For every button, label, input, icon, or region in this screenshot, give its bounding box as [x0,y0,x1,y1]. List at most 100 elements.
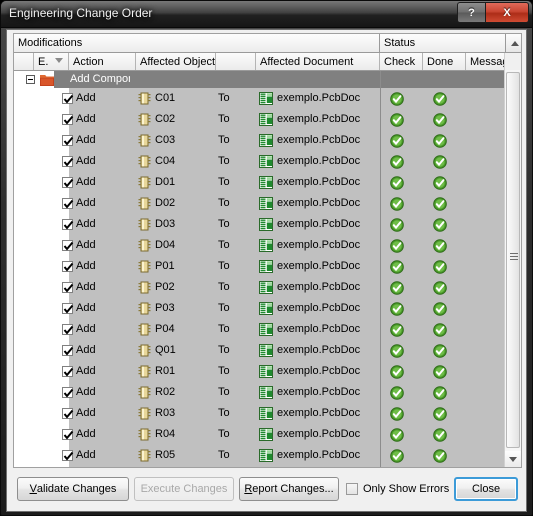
row-enabled-checkbox[interactable] [62,408,74,419]
table-row[interactable]: Add Q01 To exemplo.PcbDoc [14,340,506,361]
checkmark-icon [63,178,74,188]
cell-action: Add [76,134,96,146]
row-enabled-checkbox[interactable] [62,429,74,440]
table-row[interactable]: Add D04 To exemplo.PcbDoc [14,235,506,256]
table-row[interactable]: Add R01 To exemplo.PcbDoc [14,361,506,382]
table-row[interactable]: Add R04 To exemplo.PcbDoc [14,424,506,445]
table-row[interactable]: Add R02 To exemplo.PcbDoc [14,382,506,403]
table-row[interactable]: AddR06Toexemplo.PcbDoc [14,466,506,467]
status-ok-icon [390,260,404,274]
table-row[interactable]: Add D03 To exemplo.PcbDoc [14,214,506,235]
table-row[interactable]: Add D02 To exemplo.PcbDoc [14,193,506,214]
cell-affected-document: exemplo.PcbDoc [277,386,361,398]
row-enabled-checkbox[interactable] [62,303,74,314]
validate-changes-button[interactable]: Validate Changes [17,477,129,501]
row-enabled-checkbox[interactable] [62,450,74,461]
table-row[interactable]: Add R03 To exemplo.PcbDoc [14,403,506,424]
column-header-message[interactable]: Message [466,53,506,70]
title-bar[interactable]: Engineering Change Order ? X [1,1,532,28]
status-ok-icon [433,302,447,316]
pcb-document-icon [259,386,273,399]
scrollbar-down-button[interactable] [505,451,521,467]
table-row[interactable]: Add C01 To exemplo.PcbDoc [14,88,506,109]
group-header-status[interactable]: Status [380,34,506,52]
status-ok-icon [433,155,447,169]
status-ok-icon [390,281,404,295]
row-enabled-checkbox[interactable] [62,177,74,188]
component-chip-icon [138,365,151,378]
table-row[interactable]: Add C02 To exemplo.PcbDoc [14,109,506,130]
table-row[interactable]: Add C04 To exemplo.PcbDoc [14,151,506,172]
column-header-affected-document[interactable]: Affected Document [256,53,380,70]
component-chip-icon [138,113,151,126]
column-header-action[interactable]: Action [69,53,136,70]
cell-affected-object: C02 [155,113,176,125]
cell-affected-object: R05 [155,449,176,461]
status-ok-icon [390,176,404,190]
status-ok-icon [390,428,404,442]
scrollbar-thumb[interactable] [506,72,520,448]
execute-changes-button[interactable]: Execute Changes [134,477,234,501]
cell-action: Add [76,113,96,125]
scrollbar-grip-icon [510,253,518,260]
row-enabled-checkbox[interactable] [62,156,74,167]
cell-affected-document: exemplo.PcbDoc [277,428,361,440]
cell-affected-object: R02 [155,386,176,398]
cell-to: To [218,365,230,377]
dialog-button-bar: Validate Changes Execute Changes Report … [13,472,522,508]
status-ok-icon [433,92,447,106]
cell-affected-document: exemplo.PcbDoc [277,218,361,230]
column-header-affected-object[interactable]: Affected Object [136,53,216,70]
grid-corner-scroll-up[interactable] [506,34,521,52]
row-enabled-checkbox[interactable] [62,282,74,293]
table-row[interactable]: Add P04 To exemplo.PcbDoc [14,319,506,340]
scrollbar-track[interactable] [505,70,521,451]
table-row[interactable]: Add P01 To exemplo.PcbDoc [14,256,506,277]
row-enabled-checkbox[interactable] [62,93,74,104]
pcb-document-icon [259,134,273,147]
grid-vertical-scrollbar[interactable] [504,53,521,467]
row-enabled-checkbox[interactable] [62,219,74,230]
cell-affected-object: C04 [155,155,176,167]
row-enabled-checkbox[interactable] [62,198,74,209]
grid-rows-container[interactable]: Add Compor Add C01 To exemplo.PcbDoc Add C02 T… [14,71,506,467]
report-changes-button[interactable]: Report Changes... [239,477,339,501]
group-row-add-components[interactable]: Add Compor [14,71,506,88]
row-enabled-checkbox[interactable] [62,261,74,272]
table-row[interactable]: Add R05 To exemplo.PcbDoc [14,445,506,466]
cell-to: To [218,386,230,398]
group-header-modifications[interactable]: Modifications [14,34,380,52]
table-row[interactable]: Add P03 To exemplo.PcbDoc [14,298,506,319]
execute-changes-label: Execute Changes [140,483,228,495]
component-chip-icon [138,428,151,441]
cell-to: To [218,449,230,461]
cell-action: Add [76,344,96,356]
close-window-button[interactable]: X [485,2,529,23]
column-header-to[interactable] [216,53,256,70]
column-header-done[interactable]: Done [423,53,466,70]
column-header-check[interactable]: Check [380,53,423,70]
table-row[interactable]: Add P02 To exemplo.PcbDoc [14,277,506,298]
row-enabled-checkbox[interactable] [62,345,74,356]
component-chip-icon [138,197,151,210]
row-enabled-checkbox[interactable] [62,240,74,251]
help-button[interactable]: ? [457,2,485,23]
checkbox-box-icon[interactable] [346,483,358,495]
close-button[interactable]: Close [454,477,518,501]
row-enabled-checkbox[interactable] [62,387,74,398]
group-row-label: Add Compor [70,73,130,85]
row-enabled-checkbox[interactable] [62,366,74,377]
row-enabled-checkbox[interactable] [62,324,74,335]
table-row[interactable]: Add C03 To exemplo.PcbDoc [14,130,506,151]
table-row[interactable]: Add D01 To exemplo.PcbDoc [14,172,506,193]
status-column-divider [380,71,381,467]
column-header-enabled[interactable]: E. [34,53,69,70]
status-ok-icon [390,113,404,127]
close-button-label: Close [471,483,501,495]
only-show-errors-checkbox[interactable]: Only Show Errors [346,483,449,495]
cell-affected-object: P01 [155,260,175,272]
row-enabled-checkbox[interactable] [62,114,74,125]
pcb-document-icon [259,155,273,168]
collapse-toggle-icon[interactable] [26,75,35,84]
row-enabled-checkbox[interactable] [62,135,74,146]
